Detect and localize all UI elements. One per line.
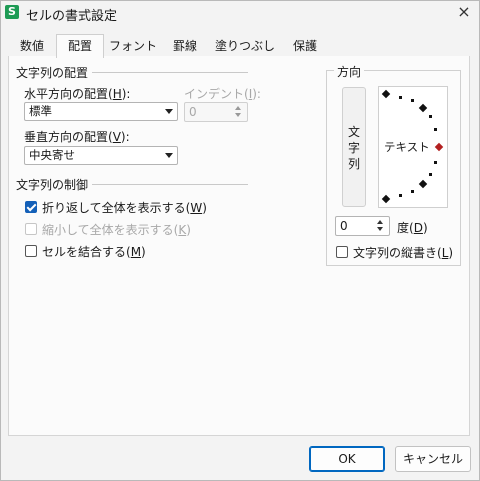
dial-dot-icon [434, 161, 437, 164]
tab-font[interactable]: フォント [104, 34, 162, 57]
dial-dot-icon [429, 115, 432, 118]
tab-border[interactable]: 罫線 [162, 34, 208, 57]
merge-cells-label[interactable]: セルを結合する(M) [42, 243, 146, 260]
indent-label: インデント(I): [184, 87, 261, 101]
indent-stepper[interactable]: 0 [184, 102, 248, 122]
cancel-button[interactable]: キャンセル [395, 446, 471, 472]
tab-alignment[interactable]: 配置 [56, 34, 104, 58]
dial-dot-icon [429, 173, 432, 176]
shrink-to-fit-checkbox[interactable] [25, 223, 37, 235]
dial-dot-icon [411, 190, 414, 193]
vertical-layout-checkbox[interactable] [336, 246, 348, 258]
tab-protection[interactable]: 保護 [282, 34, 328, 57]
chevron-down-icon [165, 153, 173, 158]
degrees-label: 度(D) [397, 221, 428, 235]
tab-fill[interactable]: 塗りつぶし [208, 34, 282, 57]
wrap-text-label[interactable]: 折り返して全体を表示する(W) [42, 199, 207, 216]
vertical-label: 垂直方向の配置(V): [24, 130, 130, 144]
chevron-down-icon [165, 109, 173, 114]
dial-text-label: テキスト [384, 140, 430, 154]
text-control-group-label: 文字列の制御 [16, 176, 93, 193]
dial-dot-icon [434, 128, 437, 131]
close-icon[interactable]: × [455, 3, 473, 21]
horizontal-alignment-select[interactable]: 標準 [24, 102, 178, 121]
window-title: セルの書式設定 [26, 9, 118, 24]
horizontal-label: 水平方向の配置(H): [24, 87, 131, 101]
vertical-alignment-value: 中央寄せ [29, 148, 75, 162]
degrees-value: 0 [340, 219, 348, 233]
stepper-arrows-icon[interactable] [233, 105, 245, 119]
stepper-arrows-icon[interactable] [375, 219, 387, 233]
dial-dot-icon [399, 96, 402, 99]
vertical-text-label: 文 字 列 [347, 125, 360, 171]
horizontal-alignment-value: 標準 [29, 104, 52, 118]
orientation-group-label: 方向 [334, 63, 365, 80]
vertical-layout-label[interactable]: 文字列の縦書き(L) [353, 244, 453, 261]
vertical-alignment-select[interactable]: 中央寄せ [24, 146, 178, 165]
wrap-text-checkbox[interactable] [25, 201, 37, 213]
tab-number[interactable]: 数値 [8, 34, 56, 57]
alignment-group-label: 文字列の配置 [16, 64, 93, 81]
degrees-stepper[interactable]: 0 [335, 216, 390, 236]
app-logo-icon: S [5, 5, 19, 19]
shrink-to-fit-label: 縮小して全体を表示する(K) [42, 223, 191, 237]
dial-dot-icon [399, 194, 402, 197]
dial-dot-icon [411, 99, 414, 102]
ok-button[interactable]: OK [309, 446, 385, 472]
merge-cells-checkbox[interactable] [25, 245, 37, 257]
indent-value: 0 [189, 105, 197, 119]
